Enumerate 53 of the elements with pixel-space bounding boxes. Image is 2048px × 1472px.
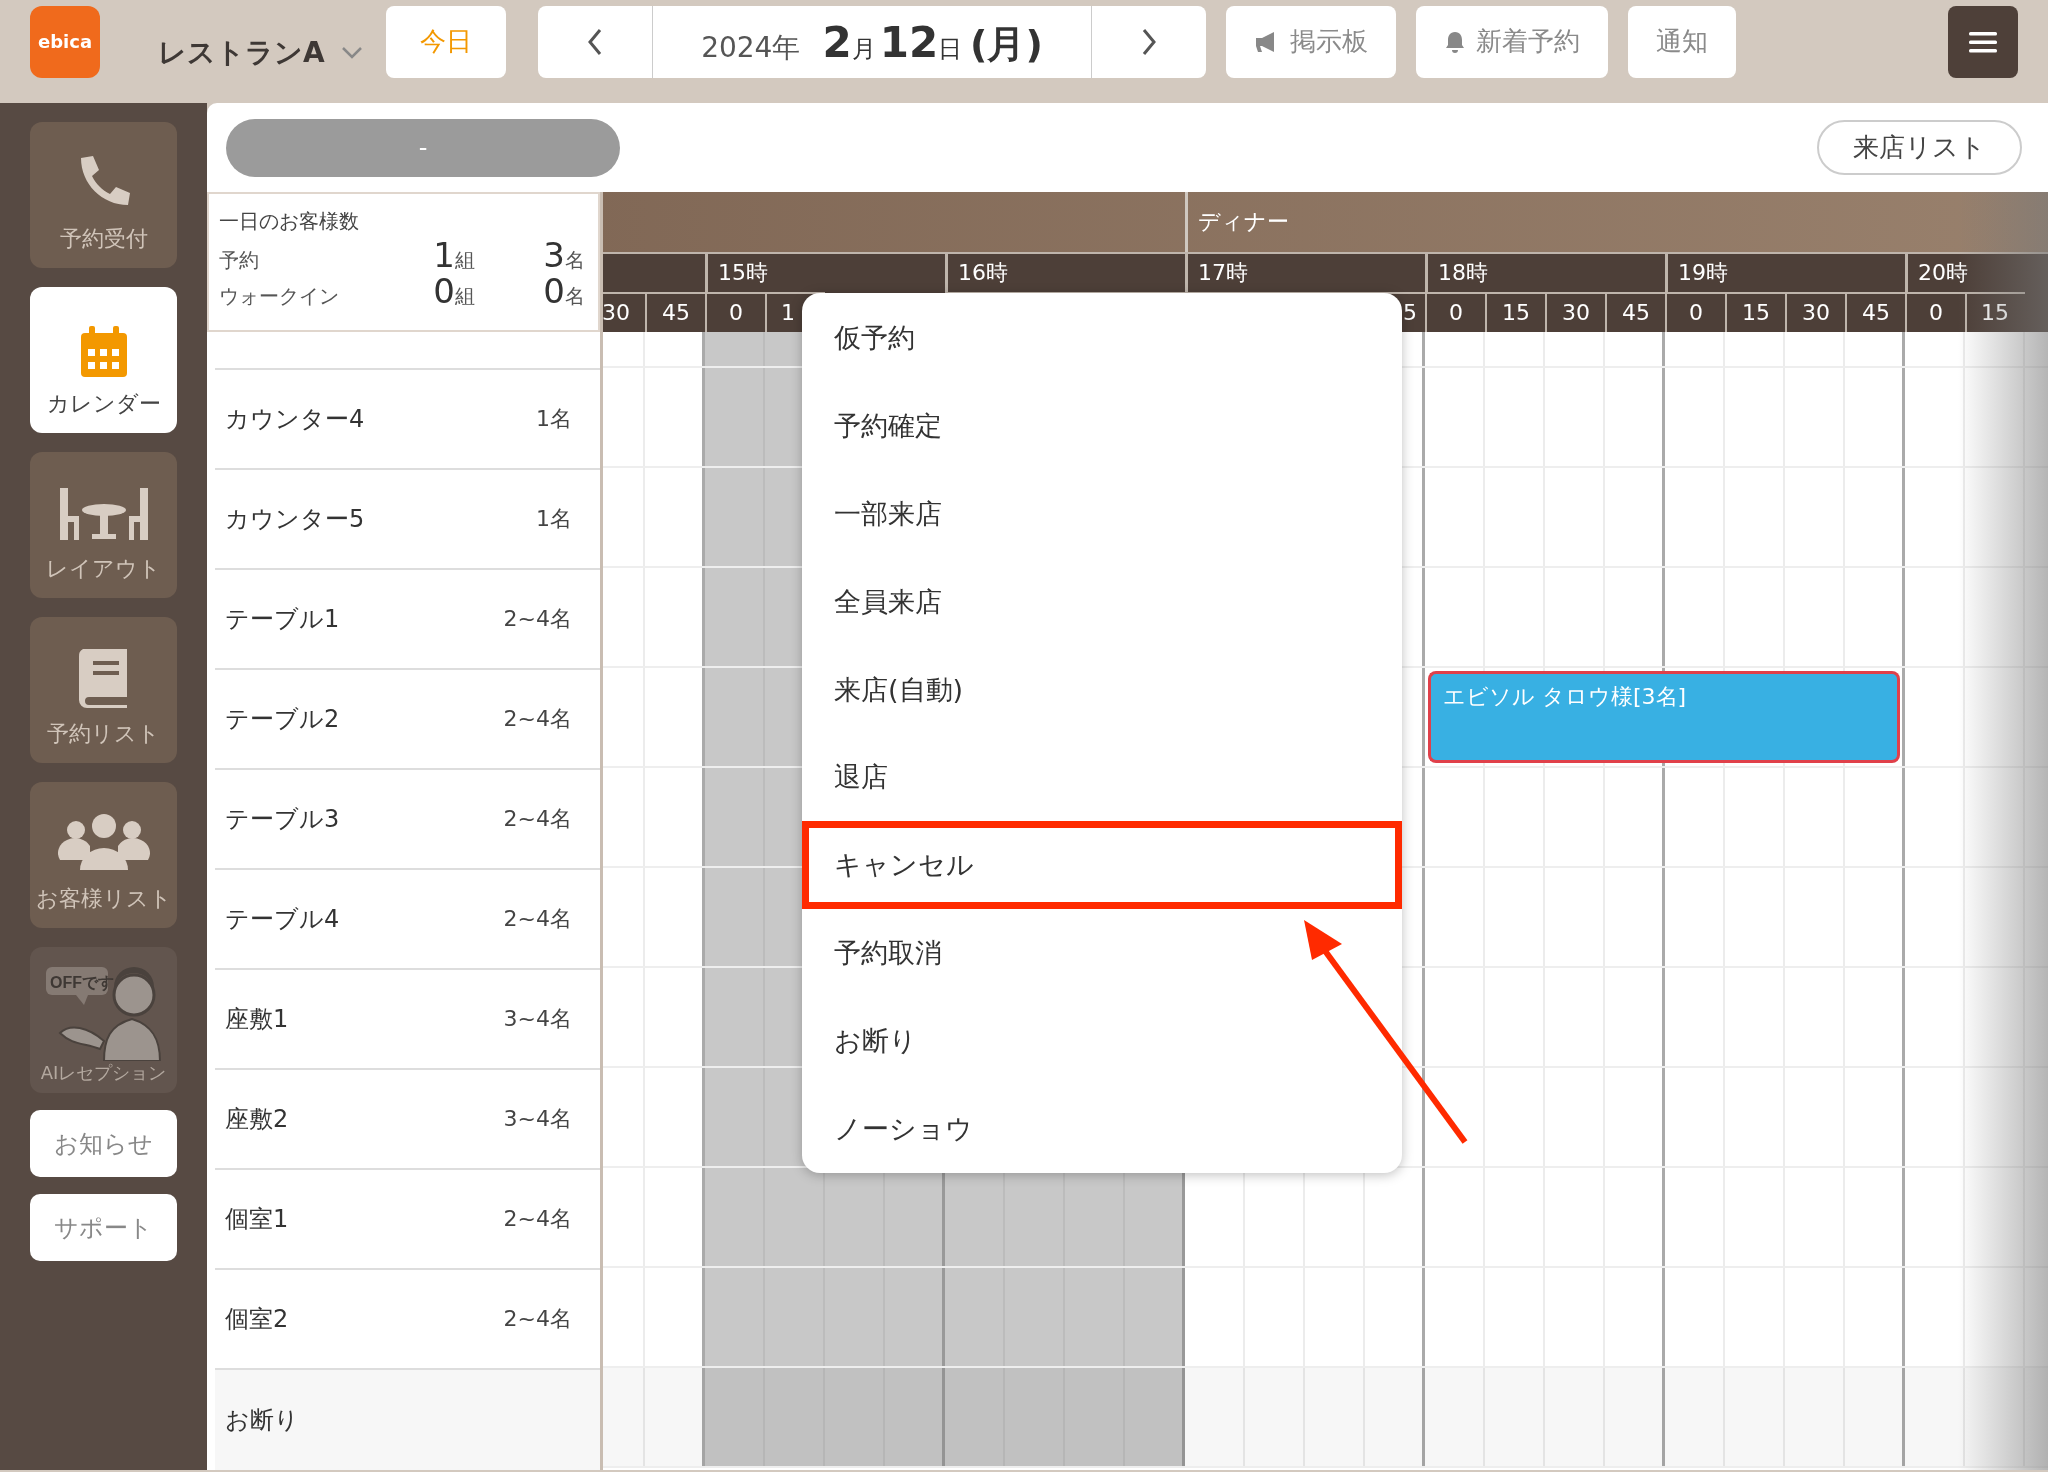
reservation-label: エビソル タロウ様[3名] [1443,683,1687,711]
seat-capacity: 2~4名 [503,705,572,733]
sidebar-item[interactable]: カレンダー [30,287,177,433]
chevron-down-icon [340,45,363,60]
seat-name: カウンター4 [225,404,365,435]
summary-title: 一日のお客様数 [219,208,360,235]
seat-name: テーブル3 [225,804,340,835]
sidebar-button[interactable]: お知らせ [30,1110,177,1177]
seat-name: テーブル1 [225,604,340,635]
seat-name: 座敷2 [225,1104,289,1135]
summary-label: 予約 [219,247,260,274]
seat-capacity: 1名 [536,505,572,533]
menu-item[interactable]: 来店(自動) [802,645,1402,734]
seat-name: 個室1 [225,1204,289,1235]
calendar-icon [78,325,129,379]
menu-item[interactable]: 予約確定 [802,381,1402,470]
menu-item[interactable]: キャンセル [802,821,1402,910]
summary-label: ウォークイン [219,283,340,310]
menu-item[interactable]: 一部来店 [802,469,1402,558]
seat-name: テーブル4 [225,904,340,935]
chevron-right-icon [1141,27,1157,56]
seat-capacity: 2~4名 [503,1305,572,1333]
sidebar-item[interactable]: 予約リスト [30,617,177,763]
seat-name: カウンター5 [225,504,365,535]
seat-capacity: 1名 [536,405,572,433]
bell-icon [1444,29,1466,54]
seat-capacity: 2~4名 [503,905,572,933]
current-date: 2024年 2 月 12 日 (月) [652,5,1092,78]
seat-capacity: 3~4名 [503,1005,572,1033]
menu-item[interactable]: 全員来店 [802,557,1402,646]
seat-name: 座敷1 [225,1004,289,1035]
menu-item[interactable]: 退店 [802,733,1402,822]
menu-item[interactable]: 予約取消 [802,909,1402,998]
seat-capacity: 2~4名 [503,1205,572,1233]
sidebar-button[interactable]: サポート [30,1194,177,1261]
seat-capacity: 2~4名 [503,805,572,833]
menu-icon [1968,29,1998,54]
seat-capacity: 2~4名 [503,605,572,633]
seat-capacity: 3~4名 [503,1105,572,1133]
chevron-left-icon [587,27,603,56]
sidebar-item[interactable]: 予約受付 [30,122,177,268]
seat-name: 個室2 [225,1304,289,1335]
sidebar-item[interactable]: お客様リスト [30,782,177,928]
visit-list-button[interactable]: 来店リスト [1817,120,2022,175]
receptionist-drawing: OFFです [41,961,166,1061]
seat-name: お断り [225,1405,299,1436]
sidebar-item[interactable]: レイアウト [30,452,177,598]
seat-name: テーブル2 [225,704,340,735]
menu-item[interactable]: ノーショウ [802,1085,1402,1173]
menu-button[interactable] [1948,5,2018,78]
menu-item[interactable]: お断り [802,997,1402,1086]
period-label: ディナー [1197,208,1289,236]
store-selector[interactable]: レストランA [158,33,386,72]
